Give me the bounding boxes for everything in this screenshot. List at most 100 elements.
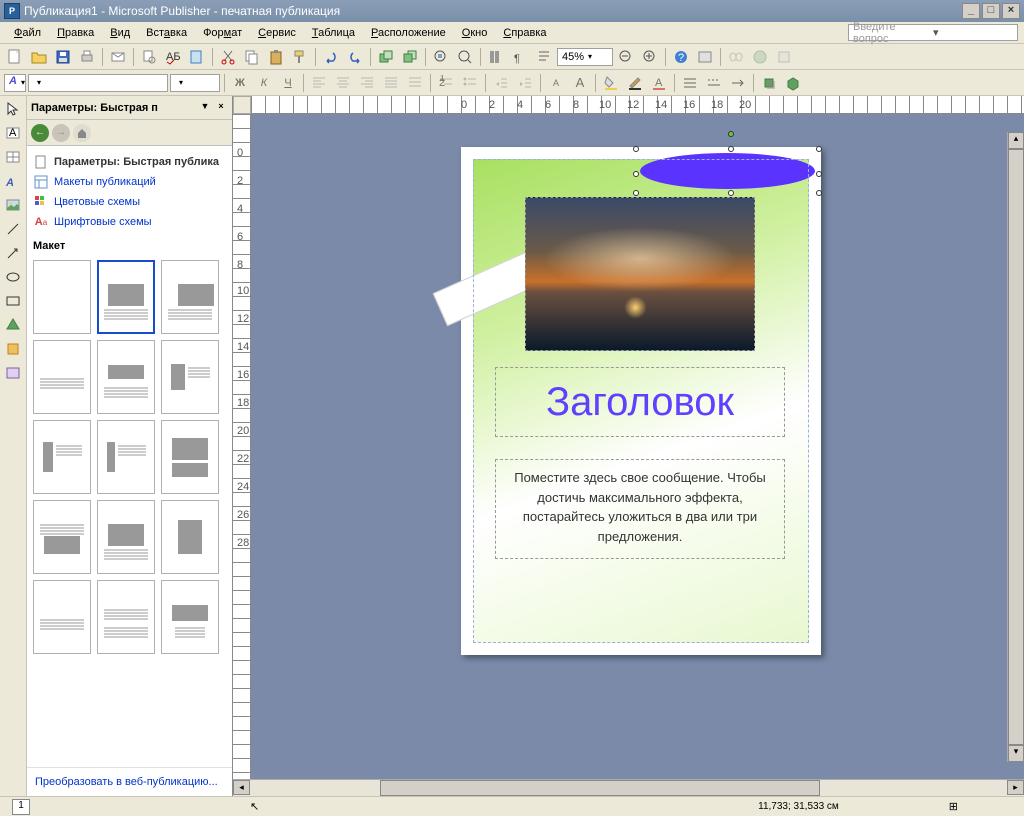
layout-thumb[interactable] [97, 260, 155, 334]
increase-font-button[interactable]: A [569, 72, 591, 94]
table-tool[interactable] [2, 146, 24, 168]
columns-button[interactable] [485, 46, 507, 68]
link-params[interactable]: Параметры: Быстрая публика [33, 152, 226, 172]
line-color-button[interactable] [624, 72, 646, 94]
ruler-horizontal[interactable]: 024 6810 121416 1820 [251, 96, 1024, 114]
research-button[interactable] [186, 46, 208, 68]
dash-style-button[interactable] [703, 72, 725, 94]
cut-button[interactable] [217, 46, 239, 68]
menu-view[interactable]: Вид [102, 25, 138, 41]
convert-link[interactable]: Преобразовать в веб-публикацию... [27, 767, 232, 796]
zoom-in-button[interactable] [639, 46, 661, 68]
scroll-down-button[interactable]: ▾ [1008, 745, 1024, 762]
wordart-tool[interactable]: A [2, 170, 24, 192]
layout-thumb[interactable] [33, 500, 91, 574]
scroll-thumb[interactable] [380, 780, 820, 796]
scroll-track[interactable] [250, 780, 1007, 796]
zoom-out-button[interactable] [615, 46, 637, 68]
open-button[interactable] [28, 46, 50, 68]
canvas[interactable]: Заголовок Поместите здесь свое сообщение… [251, 114, 1024, 779]
taskpane-menu-button[interactable]: ▼ [198, 101, 212, 115]
font-combo[interactable]: ▾ [28, 74, 168, 92]
new-button[interactable] [4, 46, 26, 68]
rectangle-tool[interactable] [2, 290, 24, 312]
layout-thumb[interactable] [97, 580, 155, 654]
page-navigator[interactable]: 1 [12, 799, 30, 815]
scroll-right-button[interactable]: ▸ [1007, 780, 1024, 795]
home-button[interactable] [73, 124, 91, 142]
scroll-left-button[interactable]: ◂ [233, 780, 250, 795]
minimize-button[interactable]: _ [962, 3, 980, 19]
menu-table[interactable]: Таблица [304, 25, 363, 41]
picture-tool[interactable] [2, 194, 24, 216]
distribute-button[interactable] [404, 72, 426, 94]
layout-thumb[interactable] [33, 580, 91, 654]
document-page[interactable]: Заголовок Поместите здесь свое сообщение… [461, 147, 821, 655]
select-tool[interactable] [2, 98, 24, 120]
layout-thumb[interactable] [33, 420, 91, 494]
textbox-tool[interactable]: A [2, 122, 24, 144]
3d-button[interactable] [782, 72, 804, 94]
zoom-combo[interactable]: 45% ▾ [557, 48, 613, 66]
paste-button[interactable] [265, 46, 287, 68]
menu-tools[interactable]: Сервис [250, 25, 304, 41]
scroll-up-button[interactable]: ▴ [1008, 132, 1024, 149]
layout-thumb[interactable] [97, 420, 155, 494]
numbering-button[interactable]: 12 [435, 72, 457, 94]
layout-thumb[interactable] [97, 500, 155, 574]
layout-thumb[interactable] [33, 340, 91, 414]
decrease-indent-button[interactable] [490, 72, 512, 94]
print-button[interactable] [76, 46, 98, 68]
layout-thumb[interactable] [161, 260, 219, 334]
bring-front-button[interactable] [375, 46, 397, 68]
underline-button[interactable]: Ч [277, 72, 299, 94]
design-gallery-tool[interactable] [2, 362, 24, 384]
spellcheck-button[interactable]: AБВ [162, 46, 184, 68]
line-tool[interactable] [2, 218, 24, 240]
menu-edit[interactable]: Правка [49, 25, 102, 41]
save-button[interactable] [52, 46, 74, 68]
layout-thumb[interactable] [161, 340, 219, 414]
layout-thumb[interactable] [33, 260, 91, 334]
bullets-button[interactable] [459, 72, 481, 94]
forward-button[interactable]: → [52, 124, 70, 142]
shadow-button[interactable] [758, 72, 780, 94]
link-fonts[interactable]: Aa Шрифтовые схемы [33, 212, 226, 232]
styles-combo[interactable]: A▾ [4, 74, 26, 92]
maximize-button[interactable]: □ [982, 3, 1000, 19]
help-button[interactable]: ? [670, 46, 692, 68]
menu-help[interactable]: Справка [495, 25, 554, 41]
layout-thumb[interactable] [161, 500, 219, 574]
back-button[interactable]: ← [31, 124, 49, 142]
italic-button[interactable]: К [253, 72, 275, 94]
layout-thumb[interactable] [161, 420, 219, 494]
undo-button[interactable] [320, 46, 342, 68]
arrow-style-button[interactable] [727, 72, 749, 94]
menu-format[interactable]: Формат [195, 25, 250, 41]
bookmark-tool[interactable] [2, 338, 24, 360]
zoom-fit-button[interactable] [430, 46, 452, 68]
bold-button[interactable]: Ж [229, 72, 251, 94]
link-colors[interactable]: Цветовые схемы [33, 192, 226, 212]
autoshapes-tool[interactable] [2, 314, 24, 336]
help-search-box[interactable]: Введите вопрос ▾ [848, 24, 1018, 41]
menu-file[interactable]: Файл [6, 25, 49, 41]
scroll-thumb[interactable] [1008, 149, 1024, 745]
ruler-vertical[interactable]: 024 6810 121416 182022 242628 [233, 114, 251, 779]
menu-insert[interactable]: Вставка [138, 25, 195, 41]
taskpane-close-button[interactable]: × [214, 101, 228, 115]
format-painter-button[interactable] [289, 46, 311, 68]
oval-tool[interactable] [2, 266, 24, 288]
redo-button[interactable] [344, 46, 366, 68]
menu-arrange[interactable]: Расположение [363, 25, 454, 41]
menu-window[interactable]: Окно [454, 25, 496, 41]
font-size-combo[interactable]: ▾ [170, 74, 220, 92]
send-back-button[interactable] [399, 46, 421, 68]
copy-button[interactable] [241, 46, 263, 68]
web-gallery-button[interactable] [694, 46, 716, 68]
layout-thumb[interactable] [161, 580, 219, 654]
paragraph-button[interactable]: ¶ [509, 46, 531, 68]
decrease-font-button[interactable]: A [545, 72, 567, 94]
link-layouts[interactable]: Макеты публикаций [33, 172, 226, 192]
layout-thumb[interactable] [97, 340, 155, 414]
